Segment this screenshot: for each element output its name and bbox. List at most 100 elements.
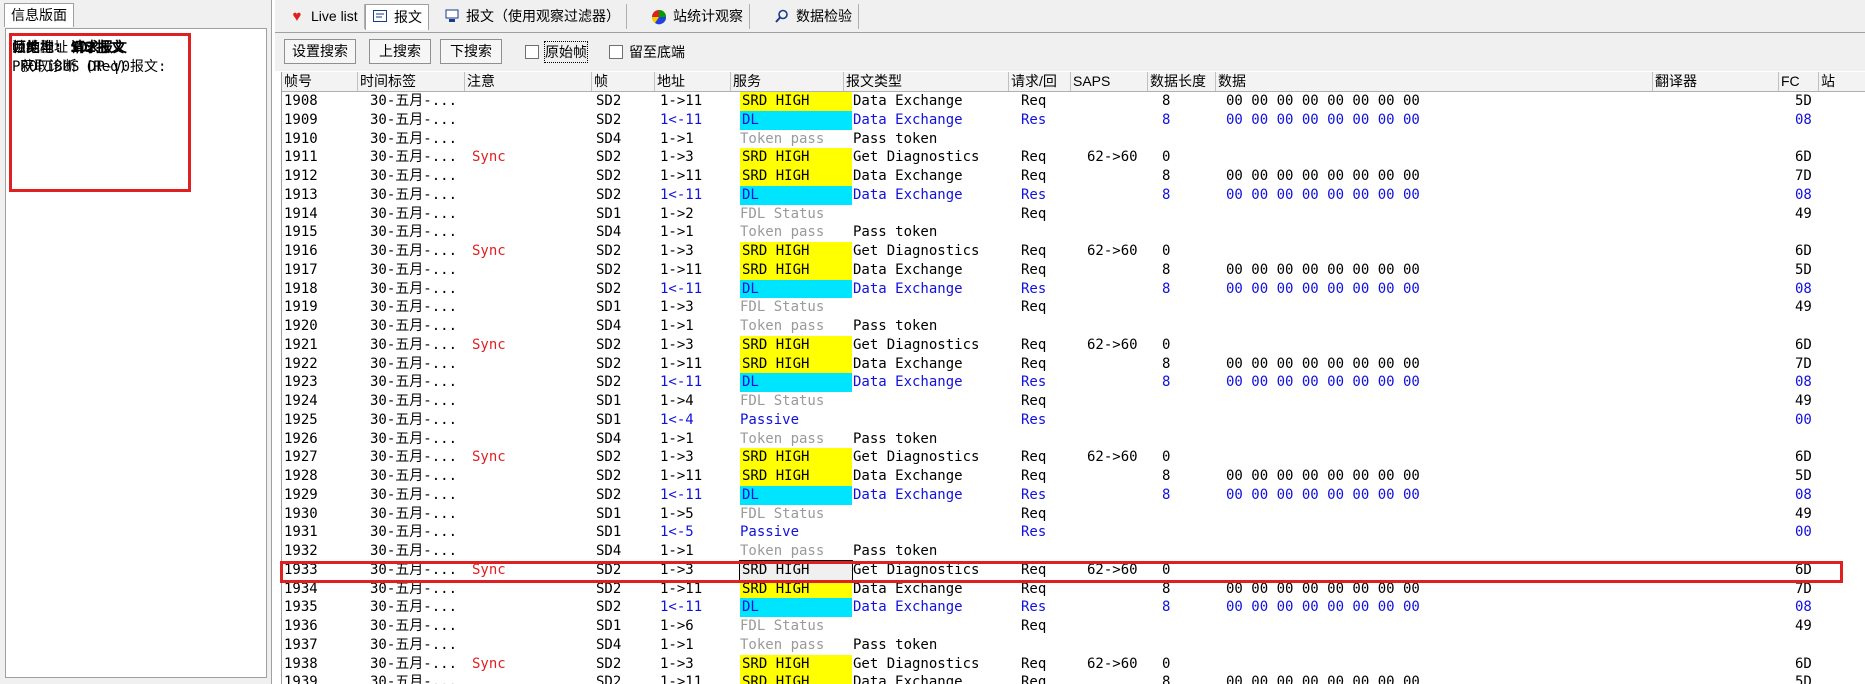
table-row[interactable]: 1924 30-五月-... SD1 1->4 FDL Status Req 49 (282, 392, 1865, 411)
table-row[interactable]: 1934 30-五月-... SD2 1->11 SRD HIGH Data Exchan… (282, 579, 1865, 599)
cell-data (1226, 130, 1656, 149)
table-row[interactable]: 1932 30-五月-... SD4 1->1 Token pass Pass token (282, 542, 1865, 561)
table-row[interactable]: 1918 30-五月-... SD2 1<-11 DL Data Exchange Res 8… (282, 279, 1865, 299)
col-translator[interactable]: 翻译器 (1653, 72, 1779, 91)
table-row[interactable]: 1928 30-五月-... SD2 1->11 SRD HIGH Data Exchan… (282, 467, 1865, 486)
cell-saps (1087, 636, 1157, 655)
cell-frame: SD4 (596, 430, 622, 447)
table-row[interactable]: 1920 30-五月-... SD4 1->1 Token pass Pass token (282, 317, 1865, 336)
table-row[interactable]: 1922 30-五月-... SD2 1->11 SRD HIGH Data Exchan… (282, 354, 1865, 374)
cell-frame-number: 1925 (284, 411, 318, 428)
table-row[interactable]: 1930 30-五月-... SD1 1->5 FDL Status Req 49 (282, 505, 1865, 524)
tab-messages[interactable]: 报文 (365, 4, 429, 30)
table-header: 帧号 时间标签 注意 帧 地址 服务 报文类型 请求/回 SAPS 数据长度 数… (282, 72, 1865, 92)
table-row[interactable]: 1913 30-五月-... SD2 1<-11 DL Data Exchange Res 8… (282, 185, 1865, 205)
table-row[interactable]: 1927 30-五月-... Sync SD2 1->3 SRD HIGH Get Diag… (282, 448, 1865, 467)
col-message-type[interactable]: 报文类型 (844, 72, 1009, 91)
tab-data-check[interactable]: 数据检验 (768, 4, 859, 29)
col-req-res[interactable]: 请求/回 (1009, 72, 1071, 91)
cell-data (1226, 505, 1656, 524)
table-row[interactable]: 1938 30-五月-... Sync SD2 1->3 SRD HIGH Get Diag… (282, 654, 1865, 674)
tab-live-list[interactable]: ♥ Live list (283, 4, 365, 29)
cell-address: 1->11 (660, 674, 703, 684)
cell-req-res: Req (1021, 580, 1047, 597)
cell-frame-number: 1916 (284, 243, 318, 259)
cell-saps (1087, 542, 1157, 561)
tab-info-panel[interactable]: 信息版面 (4, 3, 74, 27)
cell-fc: 49 (1795, 618, 1812, 634)
table-row[interactable]: 1935 30-五月-... SD2 1<-11 DL Data Exchange Res 8… (282, 598, 1865, 617)
tab-filtered-messages[interactable]: 报文（使用观察过滤器） (438, 4, 627, 29)
table-row[interactable]: 1937 30-五月-... SD4 1->1 Token pass Pass token (282, 636, 1865, 655)
cell-fc: 5D (1795, 674, 1812, 684)
cell-fc: 08 (1795, 486, 1812, 503)
table-row[interactable]: 1917 30-五月-... SD2 1->11 SRD HIGH Data Exchan… (282, 260, 1865, 280)
checkbox-box[interactable] (525, 45, 539, 59)
table-row[interactable]: 1923 30-五月-... SD2 1<-11 DL Data Exchange Res 8… (282, 373, 1865, 392)
table-row[interactable]: 1921 30-五月-... Sync SD2 1->3 SRD HIGH Get Diag… (282, 335, 1865, 355)
table-row[interactable]: 1929 30-五月-... SD2 1<-11 DL Data Exchange Res 8… (282, 485, 1865, 505)
cell-address: 1->5 (660, 505, 694, 522)
checkbox-box[interactable] (609, 45, 623, 59)
cell-frame-number: 1912 (284, 168, 318, 184)
col-timestamp[interactable]: 时间标签 (358, 72, 465, 91)
col-frame-number[interactable]: 帧号 (282, 72, 358, 91)
col-station[interactable]: 站 (1819, 72, 1865, 91)
cell-frame: SD2 (596, 674, 622, 684)
col-service[interactable]: 服务 (731, 72, 844, 91)
cell-service: DL (740, 598, 852, 617)
cell-frame-number: 1921 (284, 336, 318, 353)
table-row[interactable]: 1933 30-五月-... Sync SD2 1->3 SRD HIGH Get Diag… (282, 559, 1865, 581)
table-row[interactable]: 1931 30-五月-... SD1 1<-5 Passive Res 00 (282, 523, 1865, 542)
cell-message-type (853, 392, 1018, 411)
table-row[interactable]: 1914 30-五月-... SD1 1->2 FDL Status Req 49 (282, 205, 1865, 224)
col-address[interactable]: 地址 (655, 72, 731, 91)
col-fc[interactable]: FC (1779, 72, 1819, 91)
col-data-length[interactable]: 数据长度 (1148, 72, 1216, 91)
table-row[interactable]: 1909 30-五月-... SD2 1<-11 DL Data Exchange Res 8… (282, 110, 1865, 130)
table-row[interactable]: 1919 30-五月-... SD1 1->3 FDL Status Req 49 (282, 298, 1865, 317)
table-row[interactable]: 1939 30-五月-... SD2 1->11 SRD HIGH Data Exchan… (282, 673, 1865, 684)
cell-data-length: 8 (1162, 261, 1171, 278)
table-row[interactable]: 1936 30-五月-... SD1 1->6 FDL Status Req 49 (282, 617, 1865, 636)
cell-service: SRD HIGH (740, 242, 852, 261)
stay-bottom-checkbox[interactable]: 留至底端 (609, 42, 685, 62)
table-row[interactable]: 1916 30-五月-... Sync SD2 1->3 SRD HIGH Get Diag… (282, 242, 1865, 261)
cell-frame: SD1 (596, 205, 622, 222)
cell-timestamp: 30-五月-... (370, 449, 458, 466)
cell-data-length (1162, 392, 1212, 411)
table-row[interactable]: 1912 30-五月-... SD2 1->11 SRD HIGH Data Exchan… (282, 167, 1865, 186)
raw-frame-checkbox[interactable]: 原始帧 (525, 41, 588, 63)
table-row[interactable]: 1925 30-五月-... SD1 1<-4 Passive Res 00 (282, 411, 1865, 430)
table-row[interactable]: 1911 30-五月-... Sync SD2 1->3 SRD HIGH Get Diag… (282, 148, 1865, 167)
table-row[interactable]: 1926 30-五月-... SD4 1->1 Token pass Pass token (282, 430, 1865, 449)
cell-saps (1087, 392, 1157, 411)
set-search-button[interactable]: 设置搜索 (284, 39, 356, 64)
cell-message-type: Data Exchange (853, 93, 963, 109)
cell-message-type: Data Exchange (853, 355, 963, 372)
cell-data-length: 0 (1162, 561, 1171, 578)
cell-timestamp: 30-五月-... (370, 411, 458, 428)
message-table[interactable]: 帧号 时间标签 注意 帧 地址 服务 报文类型 请求/回 SAPS 数据长度 数… (281, 72, 1865, 684)
cell-saps (1087, 430, 1157, 449)
next-search-button[interactable]: 下搜索 (440, 39, 502, 64)
cell-timestamp: 30-五月-... (370, 111, 458, 128)
prev-search-button[interactable]: 上搜索 (369, 39, 431, 64)
col-saps[interactable]: SAPS (1071, 72, 1148, 91)
cell-fc: 6D (1795, 561, 1812, 578)
cell-note (472, 542, 577, 561)
col-data[interactable]: 数据 (1216, 72, 1653, 91)
col-frame[interactable]: 帧 (592, 72, 655, 91)
table-row[interactable]: 1910 30-五月-... SD4 1->1 Token pass Pass token (282, 130, 1865, 149)
cell-message-type (853, 298, 1018, 317)
cell-saps (1087, 111, 1157, 130)
col-note[interactable]: 注意 (465, 72, 592, 91)
table-row[interactable]: 1915 30-五月-... SD4 1->1 Token pass Pass token (282, 223, 1865, 242)
cell-service: Token pass (740, 130, 825, 147)
cell-frame-number: 1934 (284, 580, 318, 597)
table-row[interactable]: 1908 30-五月-... SD2 1->11 SRD HIGH Data Exchan… (282, 92, 1865, 111)
message-icon (372, 9, 388, 26)
cell-timestamp: 30-五月-... (370, 224, 458, 241)
cell-timestamp: 30-五月-... (370, 355, 458, 372)
tab-station-statistics[interactable]: 站统计观察 (645, 4, 750, 29)
